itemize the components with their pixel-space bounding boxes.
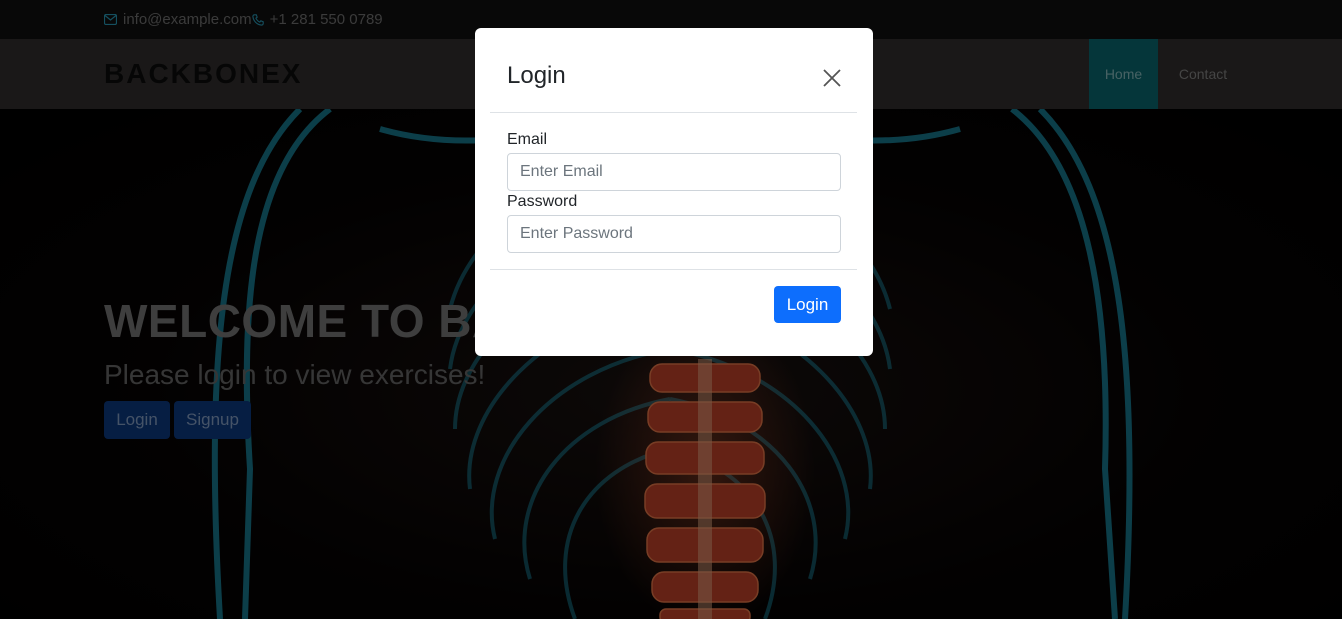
modal-login-button[interactable]: Login (774, 286, 841, 323)
modal-title: Login (507, 62, 566, 89)
login-modal: Login Email Enter Email Password Enter P… (475, 28, 873, 356)
password-label: Password (507, 193, 578, 210)
modal-header-divider (490, 112, 857, 113)
close-icon[interactable] (822, 68, 842, 88)
email-label: Email (507, 131, 548, 148)
password-field[interactable]: Enter Password (507, 215, 841, 253)
email-field[interactable]: Enter Email (507, 153, 841, 191)
modal-footer-divider (490, 269, 857, 270)
